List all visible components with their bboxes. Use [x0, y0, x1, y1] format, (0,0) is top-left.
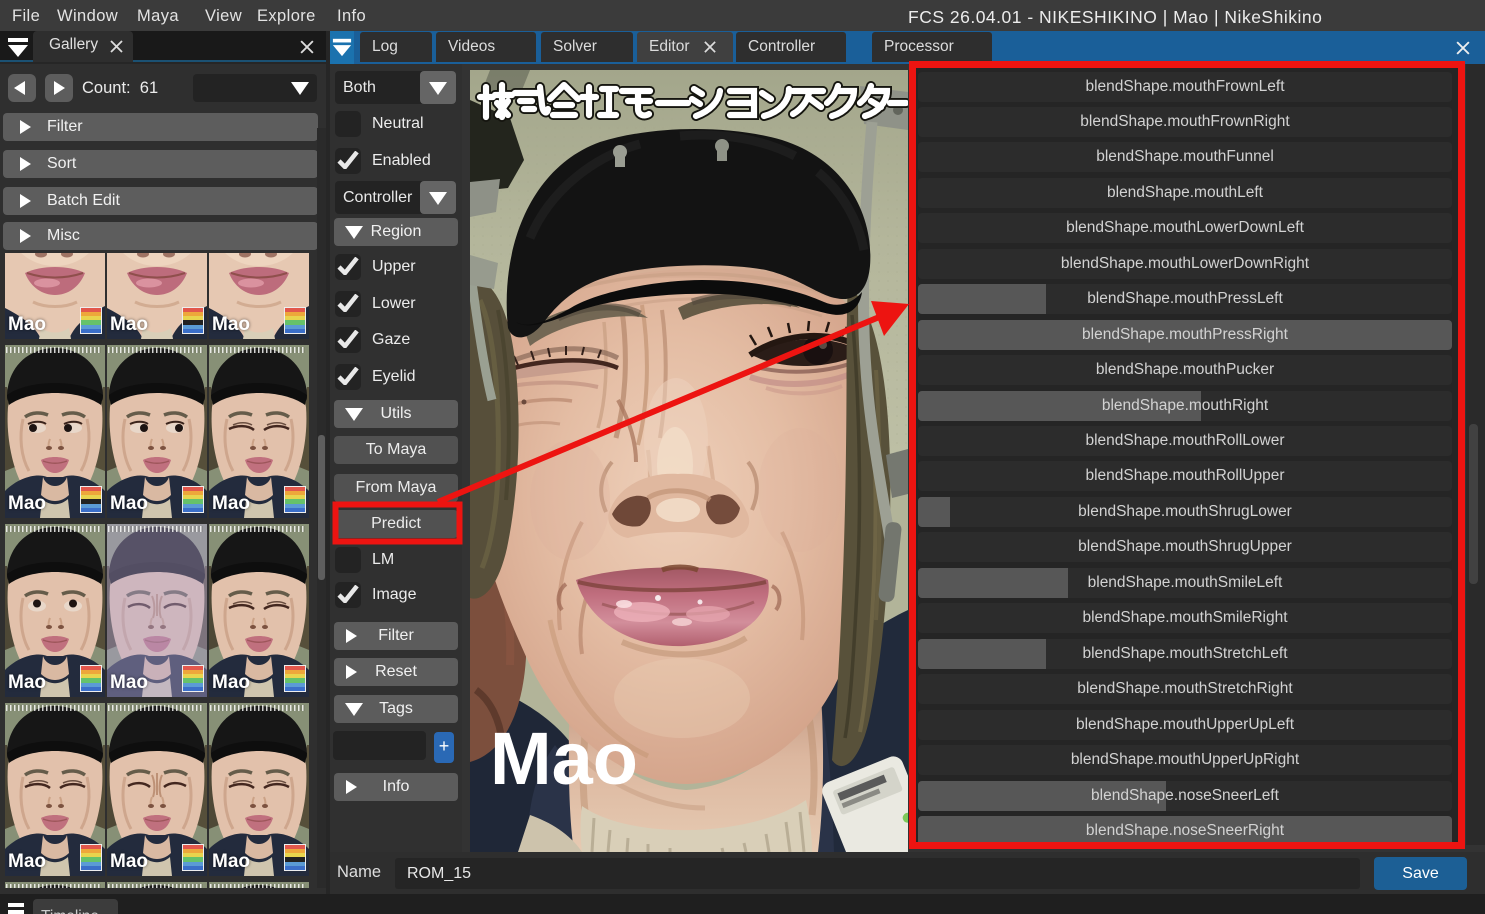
svg-text:Mao: Mao — [490, 717, 638, 800]
